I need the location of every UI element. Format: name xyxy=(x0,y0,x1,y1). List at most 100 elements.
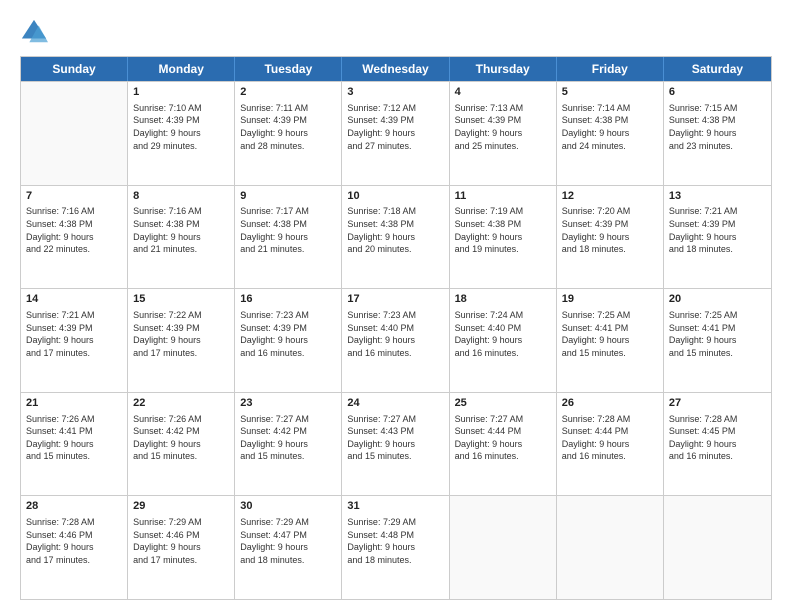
cell-info: Sunrise: 7:16 AM Sunset: 4:38 PM Dayligh… xyxy=(133,205,229,255)
day-number: 29 xyxy=(133,499,229,514)
day-number: 23 xyxy=(240,396,336,411)
day-number: 11 xyxy=(455,189,551,204)
day-number: 22 xyxy=(133,396,229,411)
cell-info: Sunrise: 7:28 AM Sunset: 4:44 PM Dayligh… xyxy=(562,413,658,463)
calendar-cell: 5 Sunrise: 7:14 AM Sunset: 4:38 PM Daylig… xyxy=(557,82,664,185)
calendar-cell: 2 Sunrise: 7:11 AM Sunset: 4:39 PM Daylig… xyxy=(235,82,342,185)
calendar-cell: 18 Sunrise: 7:24 AM Sunset: 4:40 PM Dayli… xyxy=(450,289,557,392)
weekday-header: Wednesday xyxy=(342,57,449,81)
weekday-header: Friday xyxy=(557,57,664,81)
cell-info: Sunrise: 7:14 AM Sunset: 4:38 PM Dayligh… xyxy=(562,102,658,152)
cell-info: Sunrise: 7:20 AM Sunset: 4:39 PM Dayligh… xyxy=(562,205,658,255)
cell-info: Sunrise: 7:24 AM Sunset: 4:40 PM Dayligh… xyxy=(455,309,551,359)
cell-info: Sunrise: 7:17 AM Sunset: 4:38 PM Dayligh… xyxy=(240,205,336,255)
calendar-cell: 11Sunrise: 7:19 AM Sunset: 4:38 PM Dayli… xyxy=(450,186,557,289)
calendar-cell xyxy=(21,82,128,185)
calendar-cell: 20Sunrise: 7:25 AM Sunset: 4:41 PM Dayli… xyxy=(664,289,771,392)
calendar-cell: 31Sunrise: 7:29 AM Sunset: 4:48 PM Dayli… xyxy=(342,496,449,599)
cell-info: Sunrise: 7:21 AM Sunset: 4:39 PM Dayligh… xyxy=(26,309,122,359)
calendar-cell: 22 Sunrise: 7:26 AM Sunset: 4:42 PM Dayli… xyxy=(128,393,235,496)
cell-info: Sunrise: 7:27 AM Sunset: 4:42 PM Dayligh… xyxy=(240,413,336,463)
calendar-cell: 15Sunrise: 7:22 AM Sunset: 4:39 PM Dayli… xyxy=(128,289,235,392)
cell-info: Sunrise: 7:27 AM Sunset: 4:44 PM Dayligh… xyxy=(455,413,551,463)
day-number: 21 xyxy=(26,396,122,411)
day-number: 8 xyxy=(133,189,229,204)
day-number: 9 xyxy=(240,189,336,204)
cell-info: Sunrise: 7:26 AM Sunset: 4:41 PM Dayligh… xyxy=(26,413,122,463)
day-number: 24 xyxy=(347,396,443,411)
day-number: 5 xyxy=(562,85,658,100)
weekday-header: Thursday xyxy=(450,57,557,81)
calendar-row: 28 Sunrise: 7:28 AM Sunset: 4:46 PM Dayli… xyxy=(21,495,771,599)
day-number: 10 xyxy=(347,189,443,204)
cell-info: Sunrise: 7:18 AM Sunset: 4:38 PM Dayligh… xyxy=(347,205,443,255)
calendar: SundayMondayTuesdayWednesdayThursdayFrid… xyxy=(20,56,772,600)
calendar-cell: 21 Sunrise: 7:26 AM Sunset: 4:41 PM Dayli… xyxy=(21,393,128,496)
day-number: 14 xyxy=(26,292,122,307)
day-number: 15 xyxy=(133,292,229,307)
calendar-cell: 12Sunrise: 7:20 AM Sunset: 4:39 PM Dayli… xyxy=(557,186,664,289)
calendar-cell: 24 Sunrise: 7:27 AM Sunset: 4:43 PM Dayli… xyxy=(342,393,449,496)
calendar-cell: 10Sunrise: 7:18 AM Sunset: 4:38 PM Dayli… xyxy=(342,186,449,289)
calendar-row: 1 Sunrise: 7:10 AM Sunset: 4:39 PM Daylig… xyxy=(21,81,771,185)
day-number: 12 xyxy=(562,189,658,204)
calendar-cell: 29 Sunrise: 7:29 AM Sunset: 4:46 PM Dayli… xyxy=(128,496,235,599)
calendar-cell: 19 Sunrise: 7:25 AM Sunset: 4:41 PM Dayli… xyxy=(557,289,664,392)
calendar-cell: 7Sunrise: 7:16 AM Sunset: 4:38 PM Daylig… xyxy=(21,186,128,289)
calendar-body: 1 Sunrise: 7:10 AM Sunset: 4:39 PM Daylig… xyxy=(21,81,771,599)
weekday-header: Tuesday xyxy=(235,57,342,81)
calendar-cell: 23 Sunrise: 7:27 AM Sunset: 4:42 PM Dayli… xyxy=(235,393,342,496)
calendar-header: SundayMondayTuesdayWednesdayThursdayFrid… xyxy=(21,57,771,81)
day-number: 31 xyxy=(347,499,443,514)
cell-info: Sunrise: 7:25 AM Sunset: 4:41 PM Dayligh… xyxy=(562,309,658,359)
day-number: 25 xyxy=(455,396,551,411)
cell-info: Sunrise: 7:23 AM Sunset: 4:39 PM Dayligh… xyxy=(240,309,336,359)
calendar-cell: 8Sunrise: 7:16 AM Sunset: 4:38 PM Daylig… xyxy=(128,186,235,289)
calendar-cell xyxy=(450,496,557,599)
cell-info: Sunrise: 7:12 AM Sunset: 4:39 PM Dayligh… xyxy=(347,102,443,152)
cell-info: Sunrise: 7:29 AM Sunset: 4:46 PM Dayligh… xyxy=(133,516,229,566)
day-number: 19 xyxy=(562,292,658,307)
calendar-cell: 13Sunrise: 7:21 AM Sunset: 4:39 PM Dayli… xyxy=(664,186,771,289)
cell-info: Sunrise: 7:28 AM Sunset: 4:46 PM Dayligh… xyxy=(26,516,122,566)
logo xyxy=(20,18,52,46)
calendar-cell: 28 Sunrise: 7:28 AM Sunset: 4:46 PM Dayli… xyxy=(21,496,128,599)
day-number: 1 xyxy=(133,85,229,100)
calendar-row: 14 Sunrise: 7:21 AM Sunset: 4:39 PM Dayli… xyxy=(21,288,771,392)
day-number: 13 xyxy=(669,189,766,204)
cell-info: Sunrise: 7:10 AM Sunset: 4:39 PM Dayligh… xyxy=(133,102,229,152)
cell-info: Sunrise: 7:26 AM Sunset: 4:42 PM Dayligh… xyxy=(133,413,229,463)
day-number: 4 xyxy=(455,85,551,100)
calendar-row: 21 Sunrise: 7:26 AM Sunset: 4:41 PM Dayli… xyxy=(21,392,771,496)
cell-info: Sunrise: 7:11 AM Sunset: 4:39 PM Dayligh… xyxy=(240,102,336,152)
calendar-cell xyxy=(664,496,771,599)
calendar-cell: 26 Sunrise: 7:28 AM Sunset: 4:44 PM Dayli… xyxy=(557,393,664,496)
logo-icon xyxy=(20,18,48,46)
day-number: 30 xyxy=(240,499,336,514)
calendar-cell: 30 Sunrise: 7:29 AM Sunset: 4:47 PM Dayli… xyxy=(235,496,342,599)
day-number: 20 xyxy=(669,292,766,307)
weekday-header: Sunday xyxy=(21,57,128,81)
calendar-cell: 3 Sunrise: 7:12 AM Sunset: 4:39 PM Daylig… xyxy=(342,82,449,185)
cell-info: Sunrise: 7:16 AM Sunset: 4:38 PM Dayligh… xyxy=(26,205,122,255)
cell-info: Sunrise: 7:13 AM Sunset: 4:39 PM Dayligh… xyxy=(455,102,551,152)
cell-info: Sunrise: 7:19 AM Sunset: 4:38 PM Dayligh… xyxy=(455,205,551,255)
day-number: 18 xyxy=(455,292,551,307)
day-number: 28 xyxy=(26,499,122,514)
cell-info: Sunrise: 7:23 AM Sunset: 4:40 PM Dayligh… xyxy=(347,309,443,359)
day-number: 27 xyxy=(669,396,766,411)
cell-info: Sunrise: 7:29 AM Sunset: 4:47 PM Dayligh… xyxy=(240,516,336,566)
weekday-header: Monday xyxy=(128,57,235,81)
day-number: 17 xyxy=(347,292,443,307)
calendar-cell: 1 Sunrise: 7:10 AM Sunset: 4:39 PM Daylig… xyxy=(128,82,235,185)
weekday-header: Saturday xyxy=(664,57,771,81)
calendar-cell: 6Sunrise: 7:15 AM Sunset: 4:38 PM Daylig… xyxy=(664,82,771,185)
cell-info: Sunrise: 7:27 AM Sunset: 4:43 PM Dayligh… xyxy=(347,413,443,463)
calendar-row: 7Sunrise: 7:16 AM Sunset: 4:38 PM Daylig… xyxy=(21,185,771,289)
calendar-cell: 4 Sunrise: 7:13 AM Sunset: 4:39 PM Daylig… xyxy=(450,82,557,185)
day-number: 26 xyxy=(562,396,658,411)
day-number: 3 xyxy=(347,85,443,100)
day-number: 16 xyxy=(240,292,336,307)
calendar-cell: 25 Sunrise: 7:27 AM Sunset: 4:44 PM Dayli… xyxy=(450,393,557,496)
day-number: 2 xyxy=(240,85,336,100)
